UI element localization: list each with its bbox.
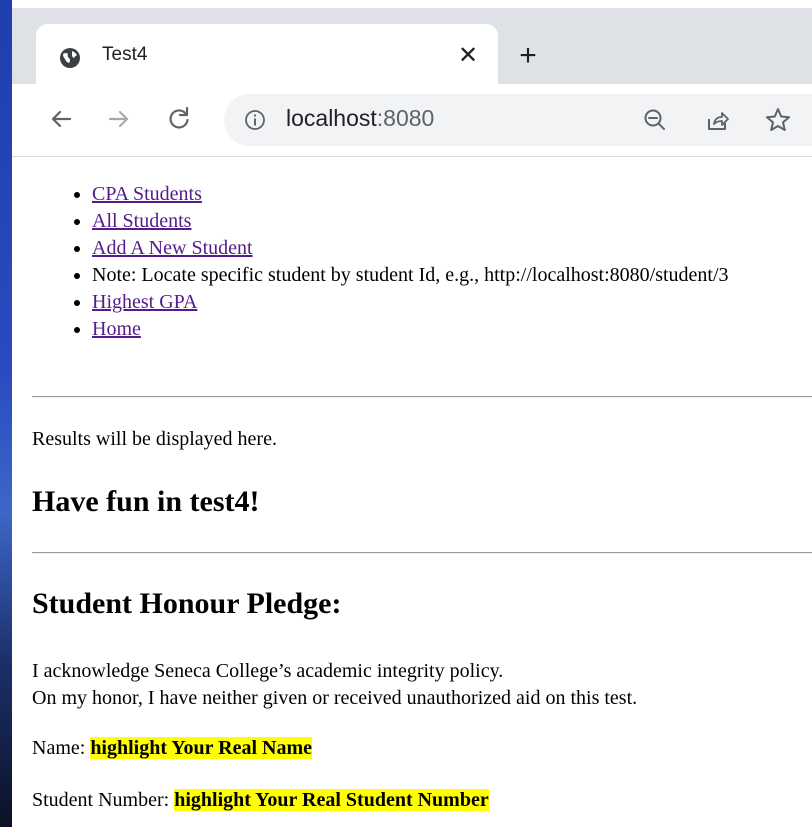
name-label: Name: [32,737,86,759]
note-item: Note: Locate specific student by student… [92,262,792,289]
divider [32,396,812,398]
all-students-link[interactable]: All Students [92,210,191,232]
list-item: Highest GPA [92,289,792,316]
student-number-line: Student Number: highlight Your Real Stud… [32,789,489,812]
url-text[interactable]: localhost:8080 [286,105,434,132]
share-icon[interactable] [704,107,730,133]
arrow-right-icon[interactable] [104,104,134,134]
reload-icon[interactable] [164,104,194,134]
list-item: Home [92,316,792,343]
pledge-heading: Student Honour Pledge: [32,587,342,620]
name-line: Name: highlight Your Real Name [32,737,312,760]
pledge-line-2: On my honor, I have neither given or rec… [32,687,638,709]
plus-icon[interactable]: + [512,40,544,72]
globe-icon [60,48,80,68]
name-value: highlight Your Real Name [90,737,312,759]
arrow-left-icon[interactable] [46,104,76,134]
zoom-out-icon[interactable] [642,107,668,133]
add-new-student-link[interactable]: Add A New Student [92,237,253,259]
close-icon[interactable]: ✕ [454,42,482,70]
tab-title: Test4 [102,44,148,65]
info-icon[interactable] [244,109,266,131]
pledge-text: I acknowledge Seneca College’s academic … [32,658,637,712]
pledge-line-1: I acknowledge Seneca College’s academic … [32,660,504,682]
home-link[interactable]: Home [92,318,141,340]
nav-list: CPA Students All Students Add A New Stud… [12,181,792,343]
star-icon[interactable] [764,106,792,134]
divider [32,552,812,554]
list-item: All Students [92,208,792,235]
cpa-students-link[interactable]: CPA Students [92,183,202,205]
list-item: Add A New Student [92,235,792,262]
list-item: CPA Students [92,181,792,208]
desktop-edge [0,0,12,827]
highest-gpa-link[interactable]: Highest GPA [92,291,197,313]
student-number-label: Student Number: [32,789,170,811]
address-bar[interactable]: localhost:8080 [224,94,812,146]
results-text: Results will be displayed here. [32,428,277,450]
student-number-value: highlight Your Real Student Number [174,789,489,811]
tab-test4[interactable]: Test4 ✕ [36,24,498,92]
browser-toolbar: localhost:8080 [12,84,812,157]
fun-heading: Have fun in test4! [32,485,260,518]
page-content: CPA Students All Students Add A New Stud… [12,157,812,827]
